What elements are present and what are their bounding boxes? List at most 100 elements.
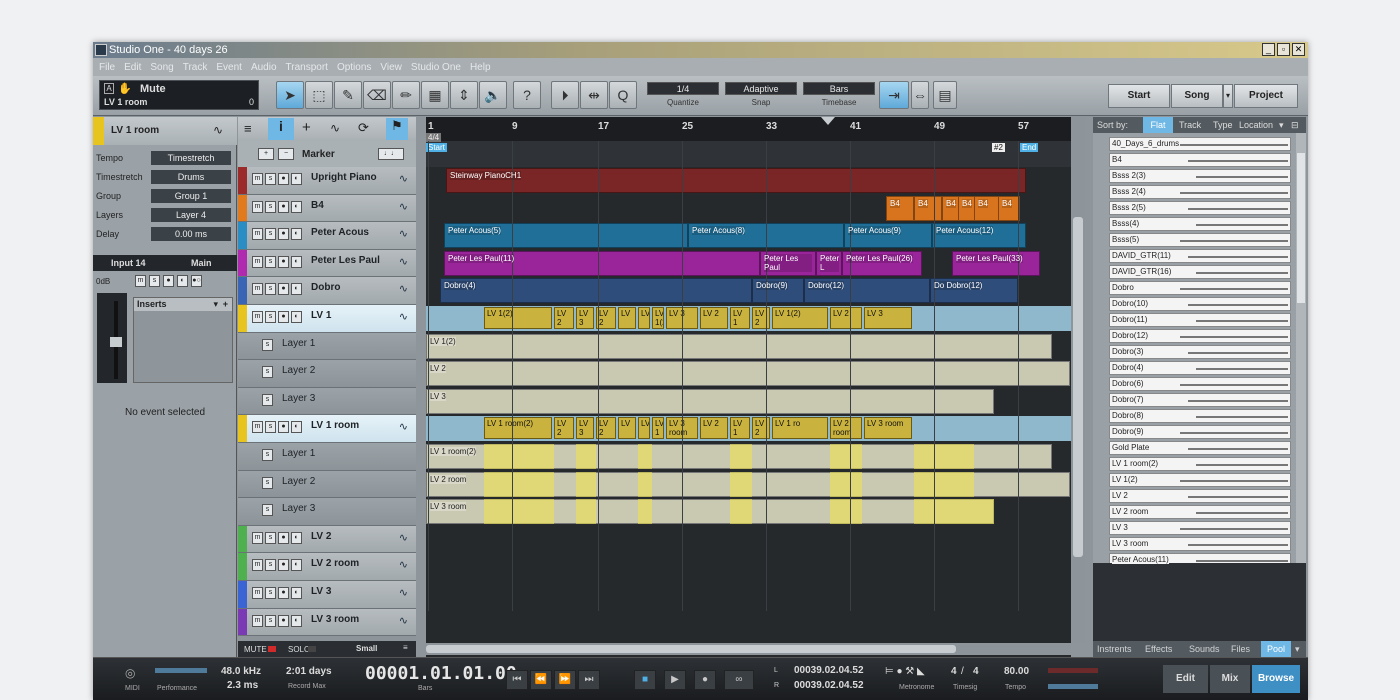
record-button[interactable]: ● (163, 275, 174, 287)
browse-view-button[interactable]: Browse (1252, 665, 1300, 693)
lv1-comp-event[interactable]: LV 1(2) (772, 307, 828, 329)
add-track-icon[interactable]: + (302, 119, 311, 136)
remove-marker-button[interactable]: − (278, 148, 294, 160)
record-arm-button[interactable]: ● (278, 311, 289, 323)
tab-pool[interactable]: Pool (1261, 641, 1291, 657)
tempo-display[interactable]: 80.00 (1004, 666, 1029, 677)
record-arm-button[interactable]: ● (278, 173, 289, 185)
monitor-button[interactable]: m (252, 614, 263, 627)
b4-event[interactable]: B4 (886, 195, 914, 221)
les-paul-event[interactable]: Peter Les Paul(11) (444, 250, 760, 276)
record-arm-button[interactable]: ● (278, 255, 289, 268)
layer-solo-button[interactable]: s (262, 476, 273, 489)
lv1-comp-event[interactable]: LV 1 (730, 307, 750, 329)
clock-icon[interactable]: ⟳ (358, 120, 369, 136)
record-arm-button[interactable]: ● (278, 531, 289, 544)
lv1-comp-event[interactable]: LV 1(2) (484, 307, 552, 329)
pool-file-item[interactable]: Dobro(10) (1109, 297, 1291, 311)
pool-dropdown-icon[interactable]: ▾ (1295, 644, 1300, 655)
menu-studio-one[interactable]: Studio One (411, 62, 461, 73)
pool-file-item[interactable]: Dobro(3) (1109, 345, 1291, 359)
audio-bend-icon[interactable]: ⏵ (551, 81, 579, 109)
monitor-button[interactable]: m (252, 228, 263, 241)
main-output-label[interactable]: Main (191, 258, 212, 268)
dobro-event[interactable]: Dobro(4) (440, 278, 752, 304)
tab-sounds[interactable]: Sounds (1189, 644, 1220, 654)
group-value[interactable]: Group 1 (151, 189, 231, 203)
quantize-value[interactable]: 1/4 (647, 82, 719, 95)
end-marker[interactable]: End (1020, 143, 1039, 152)
browser-menu-icon[interactable]: ⊟ (1291, 120, 1299, 131)
listen-button[interactable]: ◐ (291, 311, 302, 323)
range-tool-icon[interactable]: ⬚ (305, 81, 333, 109)
lv1-comp-event[interactable]: LV 2 (700, 307, 728, 329)
play-icon[interactable]: ▶ (664, 670, 686, 690)
add-insert-icon[interactable]: + (223, 298, 228, 311)
menu-options[interactable]: Options (337, 62, 371, 73)
marker-notes-icon[interactable]: ♩♩ (378, 148, 404, 160)
tab-flat[interactable]: Flat (1143, 117, 1173, 133)
acoustic-event[interactable]: Peter Acous(12) (932, 223, 1026, 249)
lv1-room-comp-event[interactable]: LV 2 room (752, 417, 770, 440)
track-header[interactable]: m s ● ◐ ∿ Peter Acous (238, 222, 416, 250)
inserts-dropdown-icon[interactable]: ▾ (213, 298, 218, 311)
start-marker[interactable]: Start (426, 143, 447, 152)
listen-button[interactable]: ◐ (291, 173, 302, 185)
mute-display[interactable]: A ✋ Mute LV 1 room 0 (99, 80, 259, 110)
record-arm-button[interactable]: ● (278, 200, 289, 213)
song-dropdown-icon[interactable]: ▾ (1223, 84, 1233, 108)
track-header[interactable]: m s ● ◐ ∿ LV 2 room (238, 553, 416, 581)
dobro-event[interactable]: Do Dobro(12) (930, 278, 1018, 304)
listen-button[interactable]: ◐ (291, 200, 302, 213)
solo-button[interactable]: s (265, 587, 276, 599)
monitor-button[interactable]: m (135, 275, 146, 287)
mute-tool-icon[interactable]: ▦ (421, 81, 449, 109)
lv1-layer-event[interactable]: LV 1(2) (426, 333, 1052, 359)
lv1-room-comp-event[interactable]: LV 2 (596, 417, 616, 440)
edit-view-button[interactable]: Edit (1163, 665, 1208, 693)
dobro-event[interactable]: Dobro(12) (804, 278, 930, 304)
piano-event[interactable]: Steinway PianoCH1 (446, 168, 1026, 193)
lv1-room-comp-event[interactable]: LV 1 room(2) (484, 417, 552, 440)
record-icon[interactable]: ● (694, 670, 716, 690)
tab-effects[interactable]: Effects (1145, 644, 1172, 654)
go-to-end-icon[interactable]: ⏭ (578, 670, 600, 690)
pool-file-item[interactable]: Dobro (1109, 281, 1291, 295)
paint-tool-icon[interactable]: ✏ (392, 81, 420, 109)
pool-file-item[interactable]: Dobro(6) (1109, 377, 1291, 391)
pool-file-item[interactable]: LV 3 room (1109, 537, 1291, 551)
acoustic-event[interactable]: Peter Acous(9) (844, 223, 932, 249)
layer-solo-button[interactable]: s (262, 393, 273, 406)
lv1-comp-event[interactable]: LV 3 (576, 307, 594, 329)
dobro-event[interactable]: Dobro(9) (752, 278, 804, 304)
size-menu-icon[interactable]: ≡ (403, 643, 408, 652)
record-arm-button[interactable]: ● (278, 228, 289, 241)
track-header[interactable]: s Layer 3 (238, 498, 416, 526)
listen-button[interactable]: ◐ (291, 283, 302, 296)
lv1-comp-event[interactable]: LV 3 (864, 307, 912, 329)
track-header[interactable]: s Layer 1 (238, 443, 416, 471)
acoustic-event[interactable]: Peter Acous(5) (444, 223, 688, 249)
minimize-button[interactable]: _ (1262, 43, 1275, 56)
pool-file-item[interactable]: LV 2 (1109, 489, 1291, 503)
monitor-button[interactable]: m (252, 531, 263, 544)
pool-file-item[interactable]: Bsss 2(4) (1109, 185, 1291, 199)
lv1-comp-event[interactable]: LV 2 (554, 307, 574, 329)
lv1-room-comp-event[interactable]: LV 3 (576, 417, 594, 440)
track-header[interactable]: m s ● ◐ ∿ LV 1 room (238, 415, 416, 443)
position-display[interactable]: 00001.01.01.00 (365, 663, 517, 684)
horizontal-scrollbar[interactable] (426, 643, 1071, 655)
bar-number[interactable]: 1 (428, 121, 434, 132)
snap-bend-icon[interactable]: ⇹ (580, 81, 608, 109)
bar-number[interactable]: 33 (766, 121, 777, 132)
les-paul-event[interactable]: Peter Les Paul(26) (842, 250, 922, 276)
add-marker-button[interactable]: + (258, 148, 274, 160)
menu-file[interactable]: File (99, 62, 115, 73)
bar-number[interactable]: 41 (850, 121, 861, 132)
listen-tool-icon[interactable]: 🔈 (479, 81, 507, 109)
menu-audio[interactable]: Audio (251, 62, 277, 73)
listen-button[interactable]: ◐ (291, 228, 302, 241)
lv1-room-comp-event[interactable]: LV 2 (554, 417, 574, 440)
video-icon[interactable]: ▤ (933, 81, 957, 109)
menu-view[interactable]: View (380, 62, 402, 73)
